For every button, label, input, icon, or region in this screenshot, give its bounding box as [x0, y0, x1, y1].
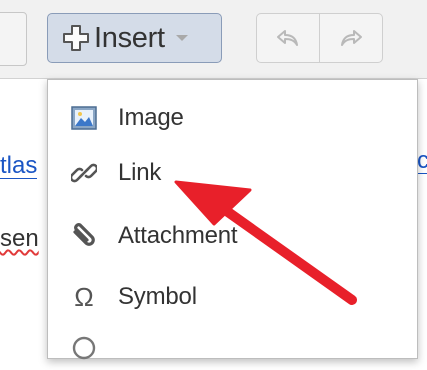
insert-menu: Image Link Attachment Ω Symbol: [47, 79, 418, 360]
history-button-group: [256, 13, 383, 63]
menu-item-label: Link: [118, 159, 162, 186]
menu-item-attachment[interactable]: Attachment: [48, 214, 417, 258]
redo-icon: [341, 30, 362, 46]
chevron-down-icon: [175, 35, 188, 41]
undo-button[interactable]: [257, 14, 319, 62]
menu-item-link[interactable]: Link: [48, 151, 417, 195]
redo-button[interactable]: [319, 14, 382, 62]
menu-item-image[interactable]: Image: [48, 96, 417, 140]
undo-icon: [277, 30, 298, 46]
menu-item-symbol[interactable]: Ω Symbol: [48, 275, 417, 319]
omega-icon: Ω: [74, 282, 94, 312]
editor-link-fragment[interactable]: tlas: [0, 153, 38, 179]
insert-label: Insert: [94, 21, 165, 54]
editor-toolbar: Insert: [0, 0, 427, 79]
plus-icon: [63, 25, 89, 51]
menu-item-partial[interactable]: [48, 326, 417, 370]
menu-item-label: Symbol: [118, 283, 197, 310]
menu-item-label: Attachment: [118, 222, 238, 249]
circle-icon: [72, 336, 96, 360]
editor-link-fragment-right[interactable]: c: [417, 148, 427, 174]
link-icon: [71, 163, 97, 183]
insert-dropdown-button[interactable]: Insert: [47, 13, 222, 63]
menu-item-label: Image: [118, 104, 184, 131]
editor-text-fragment: sen: [0, 225, 39, 252]
image-icon: [71, 106, 97, 130]
paperclip-icon: [73, 223, 95, 246]
toolbar-button-partial[interactable]: [0, 12, 27, 66]
